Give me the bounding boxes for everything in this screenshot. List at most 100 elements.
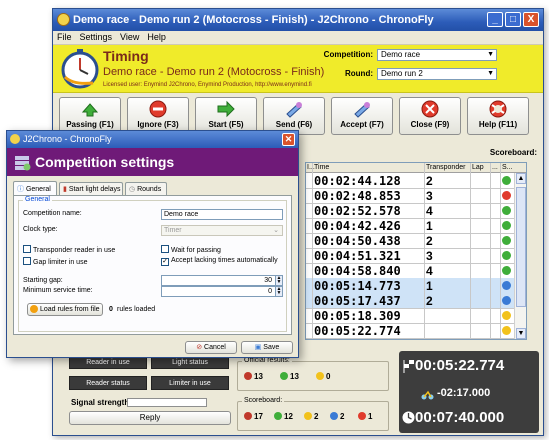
minimize-button[interactable]: _: [487, 12, 503, 27]
save-button[interactable]: ▣ Save: [241, 341, 293, 354]
menu-bar: File Settings View Help: [53, 31, 543, 45]
checkbox-box: [23, 257, 31, 265]
reader-status-indicator: Reader status: [69, 376, 147, 390]
passing-time: 00:02:48.853: [314, 189, 401, 203]
tab-rounds[interactable]: ◷ Rounds: [125, 182, 167, 195]
ignore-label: Ignore (F3): [137, 120, 179, 129]
passing-time: 00:04:58.840: [314, 264, 401, 278]
green-arrow-icon: [81, 103, 99, 117]
table-row[interactable]: 00:05:14.773 1: [306, 278, 526, 294]
accept-icon: [354, 102, 370, 118]
clock-type-select[interactable]: Timer ⌄: [161, 225, 283, 236]
error-icon: [358, 412, 366, 420]
official-ok-count: 13: [280, 372, 299, 381]
page-title: Timing: [103, 48, 149, 64]
transponder-number: 4: [426, 264, 433, 278]
dialog-titlebar[interactable]: J2Chrono - ChronoFly ✕: [7, 131, 298, 148]
table-row[interactable]: 00:04:42.426 1: [306, 218, 526, 234]
scoreboard-warning-count: 2: [304, 412, 318, 421]
spinner-icon[interactable]: ▲ ▼: [275, 286, 283, 297]
warning-icon: [304, 412, 312, 420]
warning-icon: [316, 372, 324, 380]
col-status[interactable]: S...: [502, 164, 513, 171]
accept-button[interactable]: Accept (F7): [331, 97, 393, 135]
competition-select[interactable]: Demo race ▼: [377, 49, 497, 61]
transponder-number: 2: [426, 174, 433, 188]
timer-diff: -02:17.000: [437, 387, 491, 399]
table-row[interactable]: 00:04:50.438 2: [306, 233, 526, 249]
menu-view[interactable]: View: [116, 31, 143, 42]
passing-time: 00:02:44.128: [314, 174, 401, 188]
gap-limiter-checkbox[interactable]: Gap limiter in use: [23, 257, 87, 266]
table-row[interactable]: 00:05:22.774: [306, 323, 526, 339]
status-blue-icon: [502, 296, 511, 305]
table-row[interactable]: 00:02:44.128 2: [306, 173, 526, 189]
settings-icon: [15, 156, 31, 171]
passing-label: Passing (F1): [66, 120, 114, 129]
official-warning-count: 0: [316, 372, 330, 381]
check-icon: [280, 372, 288, 380]
checkbox-label: Transponder reader in use: [33, 247, 116, 254]
scoreboard-error-count: 1: [358, 412, 372, 421]
scroll-down-icon[interactable]: ▼: [516, 328, 526, 339]
accept-label: Accept (F7): [340, 120, 384, 129]
check-icon: [274, 412, 282, 420]
status-yellow-icon: [502, 326, 511, 335]
passing-time: 00:04:51.321: [314, 249, 401, 263]
table-row[interactable]: 00:05:18.309: [306, 308, 526, 324]
main-titlebar[interactable]: Demo race - Demo run 2 (Motocross - Fini…: [53, 9, 543, 31]
competition-name-input[interactable]: Demo race: [161, 209, 283, 220]
scroll-up-icon[interactable]: ▲: [516, 173, 526, 184]
official-results-label: Official results:: [242, 357, 292, 364]
green-right-arrow-icon: [217, 100, 235, 118]
menu-help[interactable]: Help: [143, 31, 170, 42]
dialog-close-button[interactable]: ✕: [282, 133, 295, 146]
col-divider: [470, 163, 471, 339]
scoreboard-group-label: Scoreboard:: [242, 397, 285, 404]
col-transponder[interactable]: Transponder: [426, 164, 465, 171]
close-button[interactable]: Close (F9): [399, 97, 461, 135]
tab-start-light-delays[interactable]: ▮ Start light delays: [59, 182, 123, 195]
load-rules-button[interactable]: Load rules from file: [27, 303, 103, 316]
tab-general[interactable]: ⓘ General: [13, 181, 57, 195]
scoreboard-label: Scoreboard:: [489, 148, 537, 157]
table-row[interactable]: 00:05:17.437 2: [306, 293, 526, 309]
table-row[interactable]: 00:04:58.840 4: [306, 263, 526, 279]
maximize-button[interactable]: □: [505, 12, 521, 27]
spinner-icon[interactable]: ▲ ▼: [275, 275, 283, 286]
rider-icon: [421, 390, 434, 400]
close-window-button[interactable]: X: [523, 12, 539, 27]
accept-lacking-checkbox[interactable]: ✓ Accept lacking times automatically: [161, 257, 278, 266]
reply-button[interactable]: Reply: [69, 411, 231, 425]
flag-icon: [244, 412, 252, 420]
table-row[interactable]: 00:04:51.321 3: [306, 248, 526, 264]
tab-label: Rounds: [137, 186, 162, 193]
official-total-count: 13: [244, 372, 263, 381]
col-lap[interactable]: Lap: [472, 164, 484, 171]
transponder-reader-checkbox[interactable]: Transponder reader in use: [23, 245, 115, 254]
wait-for-passing-checkbox[interactable]: Wait for passing: [161, 245, 221, 254]
menu-file[interactable]: File: [53, 31, 76, 42]
clock-type-label: Clock type:: [23, 226, 58, 233]
min-service-input[interactable]: 0 ▲ ▼: [161, 286, 283, 297]
round-select[interactable]: Demo run 2 ▼: [377, 68, 497, 80]
checkmark-icon: ✓: [161, 258, 169, 266]
menu-settings[interactable]: Settings: [76, 31, 117, 42]
status-green-icon: [502, 266, 511, 275]
starting-gap-input[interactable]: 30 ▲ ▼: [161, 275, 283, 286]
help-button[interactable]: Help (F11): [467, 97, 529, 135]
status-green-icon: [502, 221, 511, 230]
col-divider: [312, 163, 313, 339]
table-row[interactable]: 00:02:52.578 4: [306, 203, 526, 219]
table-row[interactable]: 00:02:48.853 3: [306, 188, 526, 204]
col-time[interactable]: Time: [314, 164, 329, 171]
passing-time: 00:05:17.437: [314, 294, 401, 308]
rules-loaded-text: rules loaded: [117, 306, 156, 313]
scroll-thumb[interactable]: [516, 187, 526, 307]
vertical-scrollbar[interactable]: ▲ ▼: [514, 173, 526, 339]
count-value: 1: [368, 412, 373, 421]
col-dots[interactable]: ...: [492, 164, 498, 171]
stopwatch-logo-icon: [61, 49, 99, 89]
cancel-button[interactable]: ⊘ Cancel: [185, 341, 237, 354]
timer-main: 00:05:22.774: [415, 357, 505, 374]
